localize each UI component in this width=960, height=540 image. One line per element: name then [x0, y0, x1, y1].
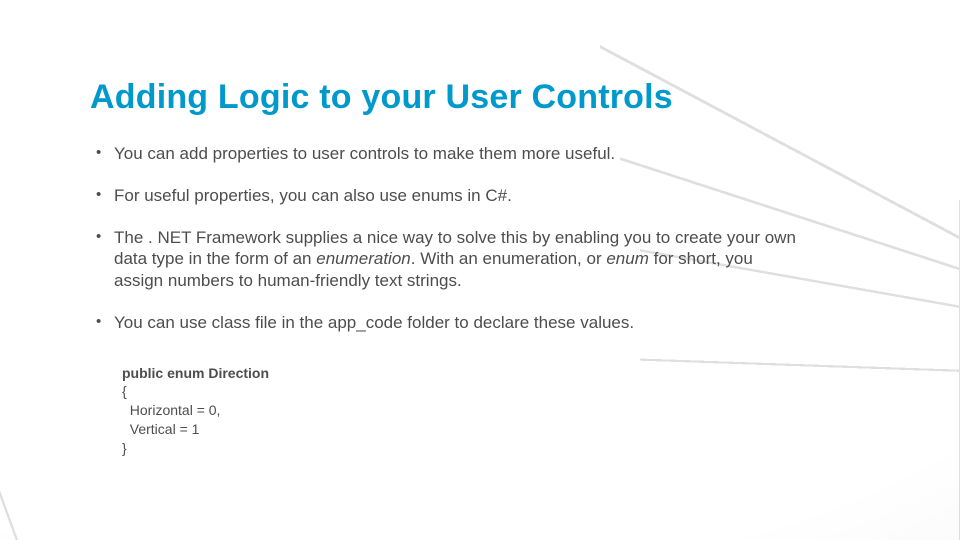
code-line: } [122, 440, 127, 456]
bullet-emphasis: enum [606, 249, 653, 268]
bullet-item: You can use class file in the app_code f… [90, 312, 800, 334]
bullet-item: For useful properties, you can also use … [90, 185, 800, 207]
bullet-text: . With an enumeration, or [411, 249, 607, 268]
code-block: public enum Direction { Horizontal = 0, … [122, 364, 870, 458]
bullet-item: The . NET Framework supplies a nice way … [90, 227, 800, 292]
code-keyword: public enum [122, 365, 208, 381]
code-line: { [122, 383, 127, 399]
code-line: Horizontal = 0, [122, 402, 220, 418]
bullet-item: You can add properties to user controls … [90, 143, 800, 165]
slide-body: Adding Logic to your User Controls You c… [0, 0, 960, 540]
bullet-text: You can add properties to user controls … [114, 144, 615, 163]
bullet-emphasis: enumeration [316, 249, 411, 268]
bullet-text: For useful properties, you can also use … [114, 186, 512, 205]
slide-title: Adding Logic to your User Controls [90, 78, 870, 117]
bullet-list: You can add properties to user controls … [90, 143, 870, 334]
bullet-text: You can use class file in the app_code f… [114, 313, 634, 332]
code-identifier: Direction [208, 365, 269, 381]
code-line: Vertical = 1 [122, 421, 199, 437]
